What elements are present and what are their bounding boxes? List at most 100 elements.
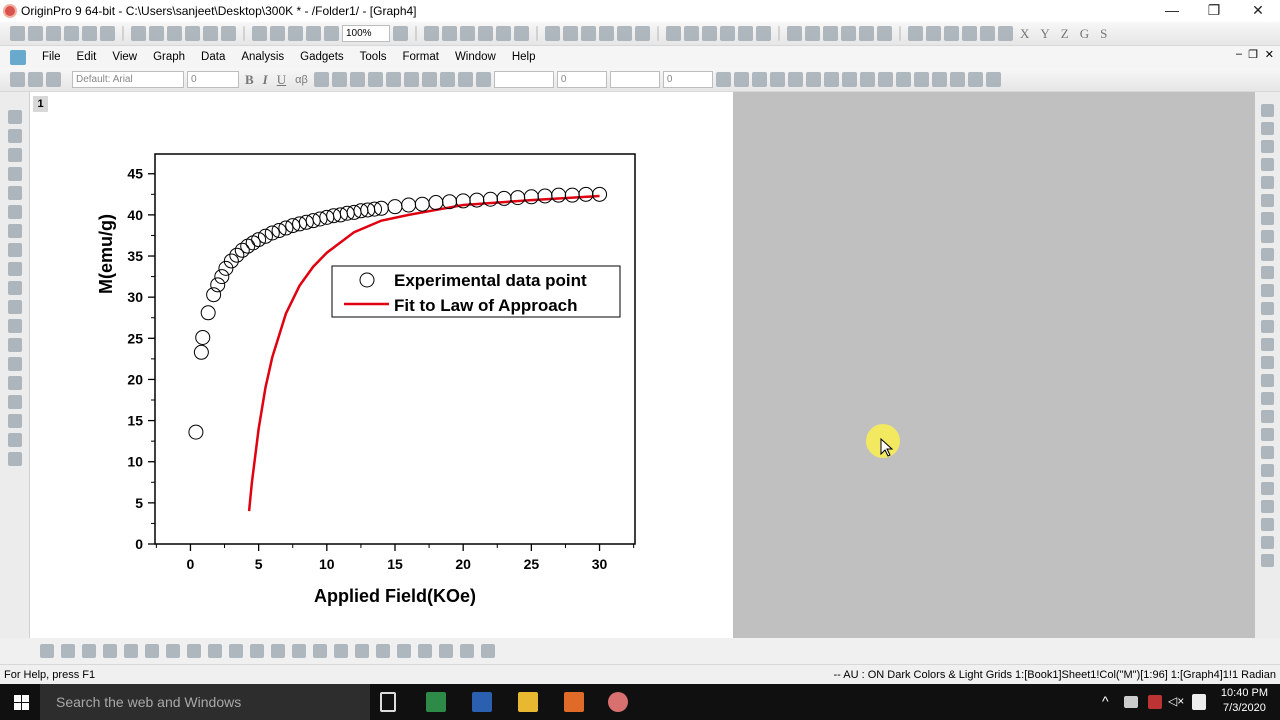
menu-analysis[interactable]: Analysis xyxy=(233,51,292,63)
origin-taskbar-icon[interactable] xyxy=(608,692,628,712)
box-plot-icon[interactable] xyxy=(208,644,222,658)
toolbar-button-icon[interactable] xyxy=(243,26,245,41)
column-plot-icon[interactable] xyxy=(103,644,117,658)
3d-wire-plot-icon[interactable] xyxy=(292,644,306,658)
menu-format[interactable]: Format xyxy=(395,51,447,63)
toolbar-button-icon[interactable] xyxy=(998,26,1013,41)
graph-object-tool-icon[interactable] xyxy=(7,452,22,466)
format-button-icon[interactable] xyxy=(985,72,1001,87)
zoom-in-tool-icon[interactable] xyxy=(7,129,22,143)
layout-button-icon[interactable] xyxy=(1261,176,1274,189)
toolbar-letter-z[interactable]: Z xyxy=(1061,26,1069,42)
format-button-icon[interactable] xyxy=(895,72,911,87)
ellipse-tool-icon[interactable] xyxy=(7,357,22,371)
toolbar-button-icon[interactable] xyxy=(545,26,560,41)
taskbar-search[interactable]: Search the web and Windows xyxy=(40,684,370,720)
layout-button-icon[interactable] xyxy=(1261,374,1274,387)
toolbar-button-icon[interactable] xyxy=(324,26,339,41)
italic-button[interactable]: I xyxy=(263,72,268,88)
layout-button-icon[interactable] xyxy=(1261,428,1274,441)
format-button-icon[interactable] xyxy=(715,72,731,87)
toolbar-button-icon[interactable] xyxy=(684,26,699,41)
line-symbol-plot-icon[interactable] xyxy=(82,644,96,658)
toolbar-button-icon[interactable] xyxy=(657,26,659,41)
toolbar-button-icon[interactable] xyxy=(805,26,820,41)
copy-icon[interactable] xyxy=(28,72,43,87)
legend-plot-icon[interactable] xyxy=(460,644,474,658)
toolbar-button-icon[interactable] xyxy=(635,26,650,41)
layer-fit-plot-icon[interactable] xyxy=(481,644,495,658)
zoom-combo[interactable]: 100% xyxy=(342,25,390,42)
paste-icon[interactable] xyxy=(46,72,61,87)
pointer-tool-icon[interactable] xyxy=(7,110,22,124)
show-hidden-icons[interactable]: ^ xyxy=(1102,693,1109,709)
arrow-tool-icon[interactable] xyxy=(7,319,22,333)
toolbar-button-icon[interactable] xyxy=(899,26,901,41)
word-icon[interactable] xyxy=(472,692,492,712)
3d-plot-icon[interactable] xyxy=(250,644,264,658)
toolbar-button-icon[interactable] xyxy=(536,26,538,41)
toolbar-button-icon[interactable] xyxy=(415,26,417,41)
format-button-icon[interactable] xyxy=(457,72,473,87)
format-button-icon[interactable] xyxy=(475,72,491,87)
layout-button-icon[interactable] xyxy=(1261,140,1274,153)
toolbar-button-icon[interactable] xyxy=(203,26,218,41)
3d-surface-plot-icon[interactable] xyxy=(271,644,285,658)
format-button-icon[interactable] xyxy=(967,72,983,87)
zoom-out-tool-icon[interactable] xyxy=(7,148,22,162)
toolbar-button-icon[interactable] xyxy=(478,26,493,41)
format-button-icon[interactable] xyxy=(331,72,347,87)
layout-button-icon[interactable] xyxy=(1261,284,1274,297)
graph-window-icon[interactable] xyxy=(10,50,26,65)
toolbar-button-icon[interactable] xyxy=(514,26,529,41)
arrange-plot-icon[interactable] xyxy=(439,644,453,658)
battery-icon[interactable] xyxy=(1124,696,1138,708)
pan-tool-icon[interactable] xyxy=(7,376,22,390)
format-button-icon[interactable] xyxy=(949,72,965,87)
toolbar-button-icon[interactable] xyxy=(131,26,146,41)
stacked-plot-icon[interactable] xyxy=(124,644,138,658)
layout-button-icon[interactable] xyxy=(1261,500,1274,513)
merge-plot-icon[interactable] xyxy=(376,644,390,658)
child-close-button[interactable]: ✕ xyxy=(1265,48,1274,61)
layout-button-icon[interactable] xyxy=(1261,338,1274,351)
contour-plot-icon[interactable] xyxy=(313,644,327,658)
toolbar-button-icon[interactable] xyxy=(962,26,977,41)
format-button-icon[interactable] xyxy=(787,72,803,87)
minimize-button[interactable]: — xyxy=(1150,0,1194,22)
layout-button-icon[interactable] xyxy=(1261,482,1274,495)
toolbar-button-icon[interactable] xyxy=(599,26,614,41)
toolbar-button-icon[interactable] xyxy=(944,26,959,41)
scatter-plot-icon[interactable] xyxy=(61,644,75,658)
layout-button-icon[interactable] xyxy=(1261,248,1274,261)
font-size-combo[interactable]: 0 xyxy=(187,71,239,88)
layout-button-icon[interactable] xyxy=(1261,446,1274,459)
underline-button[interactable]: U xyxy=(277,72,286,88)
toolbar-letter-y[interactable]: Y xyxy=(1040,26,1049,42)
layout-button-icon[interactable] xyxy=(1261,320,1274,333)
layout-button-icon[interactable] xyxy=(1261,158,1274,171)
toolbar-button-icon[interactable] xyxy=(442,26,457,41)
rectangle-tool-icon[interactable] xyxy=(7,395,22,409)
layout-button-icon[interactable] xyxy=(1261,356,1274,369)
layout-button-icon[interactable] xyxy=(1261,194,1274,207)
format-button-icon[interactable] xyxy=(751,72,767,87)
template-plot-icon[interactable] xyxy=(229,644,243,658)
toolbar-letter-s[interactable]: S xyxy=(1100,26,1107,42)
child-minimize-button[interactable]: – xyxy=(1236,48,1242,60)
format-button-icon[interactable] xyxy=(931,72,947,87)
menu-gadgets[interactable]: Gadgets xyxy=(292,51,351,63)
toolbar-button-icon[interactable] xyxy=(149,26,164,41)
format-button-icon[interactable] xyxy=(769,72,785,87)
toolbar-button-icon[interactable] xyxy=(100,26,115,41)
toolbar-button-icon[interactable] xyxy=(666,26,681,41)
toolbar-button-icon[interactable] xyxy=(46,26,61,41)
toolbar-button-icon[interactable] xyxy=(617,26,632,41)
layout-button-icon[interactable] xyxy=(1261,104,1274,117)
layout-button-icon[interactable] xyxy=(1261,518,1274,531)
toolbar-button-icon[interactable] xyxy=(908,26,923,41)
format-button-icon[interactable] xyxy=(367,72,383,87)
layout-button-icon[interactable] xyxy=(1261,230,1274,243)
chart[interactable]: 0 5 10 15 20 25 30 35 40 45 0 5 10 15 20 25 30 Applied Fi… xyxy=(30,92,733,638)
add-layer-plot-icon[interactable] xyxy=(418,644,432,658)
